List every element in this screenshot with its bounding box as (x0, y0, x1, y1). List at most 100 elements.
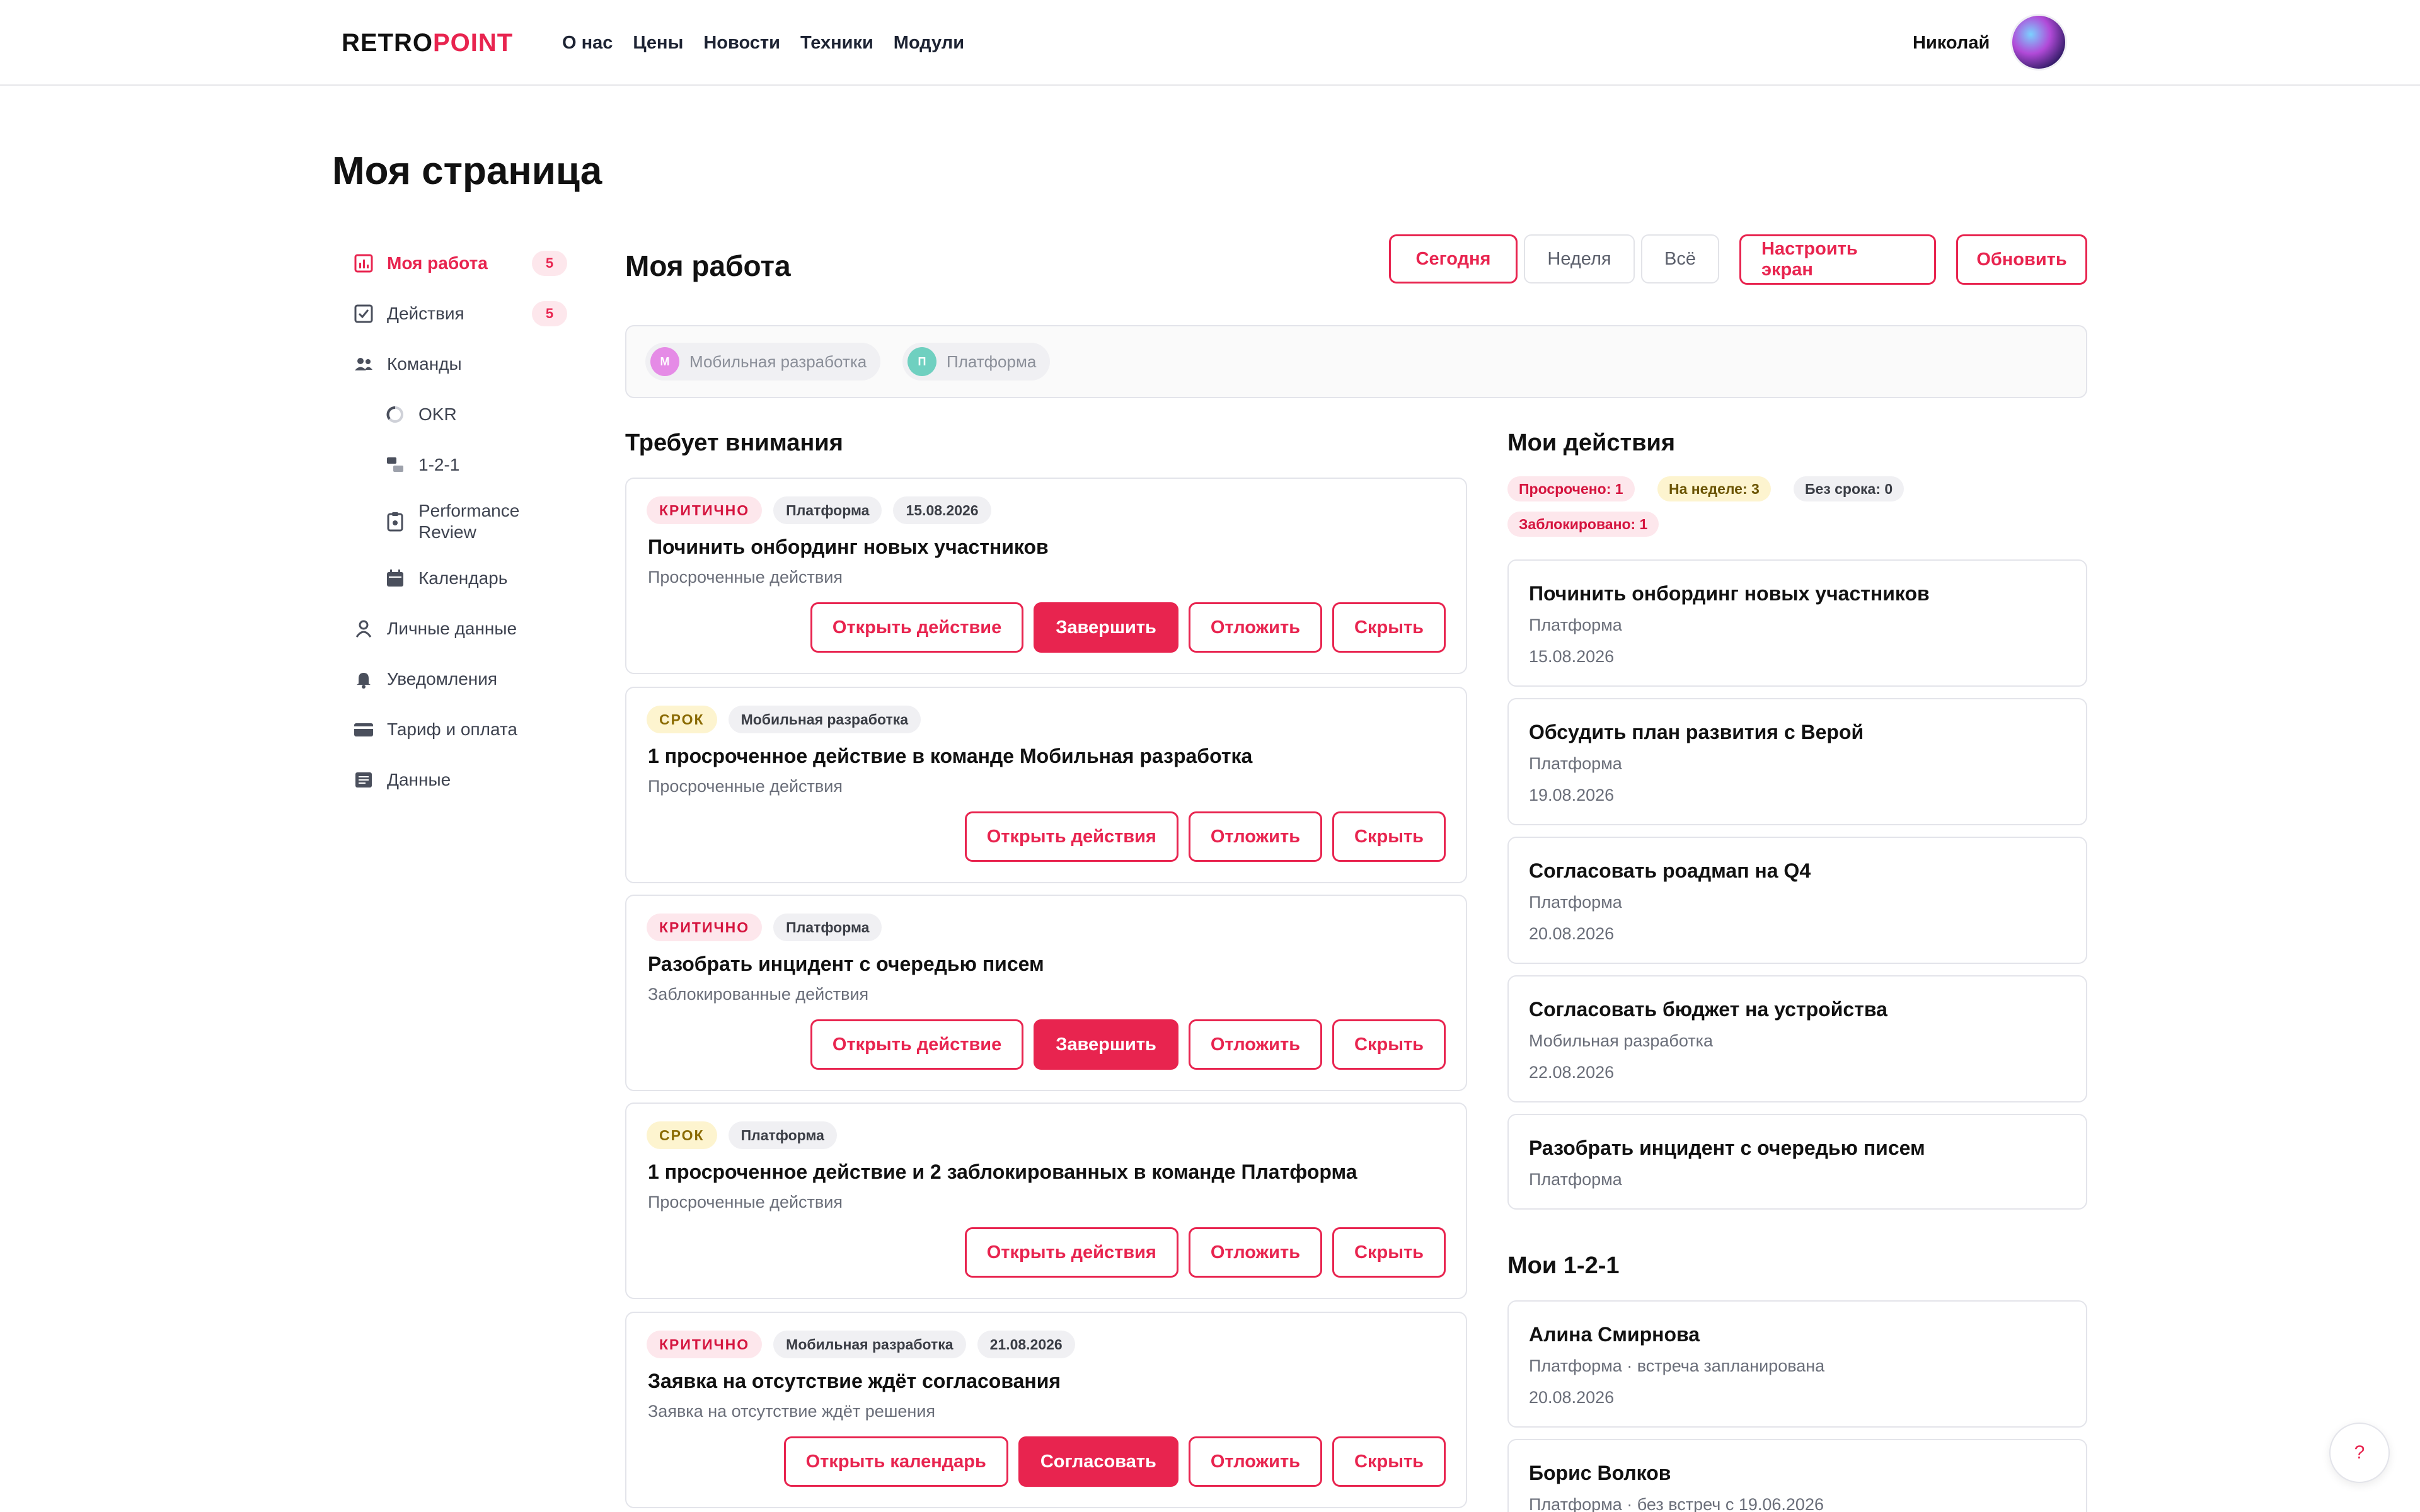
help-button[interactable]: ? (2329, 1423, 2390, 1483)
section-title-my-work: Моя работа (625, 249, 791, 282)
team-filter-bar: М Мобильная разработка П Платформа (625, 325, 2087, 398)
attention-card: КРИТИЧНО Мобильная разработка 21.08.2026… (625, 1312, 1467, 1508)
page-title: Моя страница (332, 149, 602, 193)
complete-button[interactable]: Завершить (1034, 602, 1178, 653)
sidebar-item-one-on-one[interactable]: 1-2-1 (353, 440, 567, 490)
open-actions-button[interactable]: Открыть действия (964, 811, 1178, 862)
action-title: Согласовать роадмап на Q4 (1529, 859, 1811, 882)
nav-techniques[interactable]: Техники (800, 30, 873, 55)
sidebar-item-label: Команды (387, 354, 462, 374)
period-all-button[interactable]: Всё (1641, 234, 1719, 284)
action-date: 19.08.2026 (1529, 786, 1615, 805)
meeting-date: 20.08.2026 (1529, 1388, 1615, 1407)
attention-card: СРОК Платформа 1 просроченное действие и… (625, 1102, 1467, 1299)
person-name: Алина Смирнова (1529, 1323, 1700, 1346)
period-today-button[interactable]: Сегодня (1389, 234, 1518, 284)
sidebar-item-actions[interactable]: Действия 5 (353, 289, 567, 339)
sidebar-item-label: Performance Review (418, 501, 520, 542)
person-name: Борис Волков (1529, 1462, 1671, 1484)
sidebar-item-notifications[interactable]: Уведомления (353, 654, 567, 704)
sidebar-item-okr[interactable]: OKR (353, 389, 567, 440)
nav-pricing[interactable]: Цены (633, 30, 683, 55)
section-title-one-on-one: Мои 1-2-1 (1507, 1252, 1620, 1279)
card-title: Разобрать инцидент с очередью писем (648, 953, 1044, 975)
sidebar-item-performance-review[interactable]: Performance Review (353, 490, 567, 553)
priority-badge: КРИТИЧНО (647, 496, 763, 524)
hide-button[interactable]: Скрыть (1332, 1019, 1446, 1070)
chat-icon (384, 454, 406, 476)
sidebar-item-data[interactable]: Данные (353, 755, 567, 805)
card-subtitle: Заявка на отсутствие ждёт решения (648, 1402, 936, 1421)
postpone-button[interactable]: Отложить (1188, 602, 1323, 653)
one-on-one-item[interactable]: Алина Смирнова Платформа · встреча запла… (1507, 1300, 2087, 1428)
complete-button[interactable]: Завершить (1034, 1019, 1178, 1070)
sidebar-item-label: 1-2-1 (418, 455, 460, 474)
action-title: Починить онбординг новых участников (1529, 582, 1930, 605)
attention-card: КРИТИЧНО Платформа 15.08.2026 Починить о… (625, 478, 1467, 674)
bell-icon (353, 668, 374, 690)
action-title: Обсудить план развития с Верой (1529, 721, 1864, 743)
open-action-button[interactable]: Открыть действие (810, 1019, 1024, 1070)
open-calendar-button[interactable]: Открыть календарь (783, 1436, 1008, 1487)
nav-news[interactable]: Новости (703, 30, 780, 55)
person-icon (353, 618, 374, 639)
action-date: 22.08.2026 (1529, 1063, 1615, 1082)
sidebar-item-personal-data[interactable]: Личные данные (353, 604, 567, 654)
action-date: 20.08.2026 (1529, 924, 1615, 943)
team-initial: М (650, 347, 679, 376)
postpone-button[interactable]: Отложить (1188, 1436, 1323, 1487)
no-due-pill[interactable]: Без срока: 0 (1794, 476, 1904, 501)
action-title: Разобрать инцидент с очередью писем (1529, 1137, 1925, 1159)
action-item[interactable]: Согласовать роадмап на Q4 Платформа 20.0… (1507, 837, 2087, 964)
team-chip-platform[interactable]: П Платформа (902, 343, 1051, 381)
sidebar-item-teams[interactable]: Команды (353, 339, 567, 389)
avatar[interactable] (2010, 14, 2067, 71)
sidebar-item-label: Данные (387, 770, 451, 789)
priority-badge: КРИТИЧНО (647, 914, 763, 941)
sidebar-item-billing[interactable]: Тариф и оплата (353, 704, 567, 755)
configure-screen-button[interactable]: Настроить экран (1739, 234, 1936, 285)
card-title: Заявка на отсутствие ждёт согласования (648, 1370, 1061, 1392)
team-tag: Мобильная разработка (773, 1331, 966, 1358)
approve-button[interactable]: Согласовать (1018, 1436, 1178, 1487)
period-week-button[interactable]: Неделя (1524, 234, 1635, 284)
sidebar-item-calendar[interactable]: Календарь (353, 553, 567, 604)
action-team: Платформа (1529, 754, 1622, 773)
sidebar-item-label: Личные данные (387, 619, 517, 638)
nav-modules[interactable]: Модули (894, 30, 964, 55)
meeting-status: Платформа · встреча запланирована (1529, 1356, 1825, 1375)
one-on-one-item[interactable]: Борис Волков Платформа · без встреч с 19… (1507, 1439, 2087, 1512)
checkbox-icon (353, 303, 374, 324)
card-subtitle: Просроченные действия (648, 777, 843, 796)
meeting-status: Платформа · без встреч с 19.06.2026 (1529, 1495, 1824, 1512)
bar-chart-icon (353, 253, 374, 274)
postpone-button[interactable]: Отложить (1188, 811, 1323, 862)
open-actions-button[interactable]: Открыть действия (964, 1227, 1178, 1278)
action-item[interactable]: Починить онбординг новых участников Плат… (1507, 559, 2087, 687)
postpone-button[interactable]: Отложить (1188, 1019, 1323, 1070)
hide-button[interactable]: Скрыть (1332, 1227, 1446, 1278)
sidebar-item-label: Моя работа (387, 253, 488, 273)
logo[interactable]: RETROPOINT (342, 26, 513, 59)
this-week-pill[interactable]: На неделе: 3 (1657, 476, 1771, 501)
open-action-button[interactable]: Открыть действие (810, 602, 1024, 653)
action-title: Согласовать бюджет на устройства (1529, 998, 1887, 1021)
hide-button[interactable]: Скрыть (1332, 602, 1446, 653)
postpone-button[interactable]: Отложить (1188, 1227, 1323, 1278)
card-icon (353, 719, 374, 740)
overdue-pill[interactable]: Просрочено: 1 (1507, 476, 1635, 501)
hide-button[interactable]: Скрыть (1332, 1436, 1446, 1487)
nav-about[interactable]: О нас (562, 30, 613, 55)
action-item[interactable]: Разобрать инцидент с очередью писем Плат… (1507, 1114, 2087, 1210)
sidebar-item-my-work[interactable]: Моя работа 5 (353, 238, 567, 289)
action-date: 15.08.2026 (1529, 647, 1615, 666)
team-chip-mobile[interactable]: М Мобильная разработка (645, 343, 881, 381)
hide-button[interactable]: Скрыть (1332, 811, 1446, 862)
action-item[interactable]: Обсудить план развития с Верой Платформа… (1507, 698, 2087, 825)
user-name[interactable]: Николай (1913, 30, 1990, 55)
refresh-button[interactable]: Обновить (1956, 234, 2087, 285)
blocked-pill[interactable]: Заблокировано: 1 (1507, 512, 1659, 537)
action-team: Платформа (1529, 893, 1622, 912)
action-item[interactable]: Согласовать бюджет на устройства Мобильн… (1507, 975, 2087, 1102)
card-title: Починить онбординг новых участников (648, 536, 1049, 558)
